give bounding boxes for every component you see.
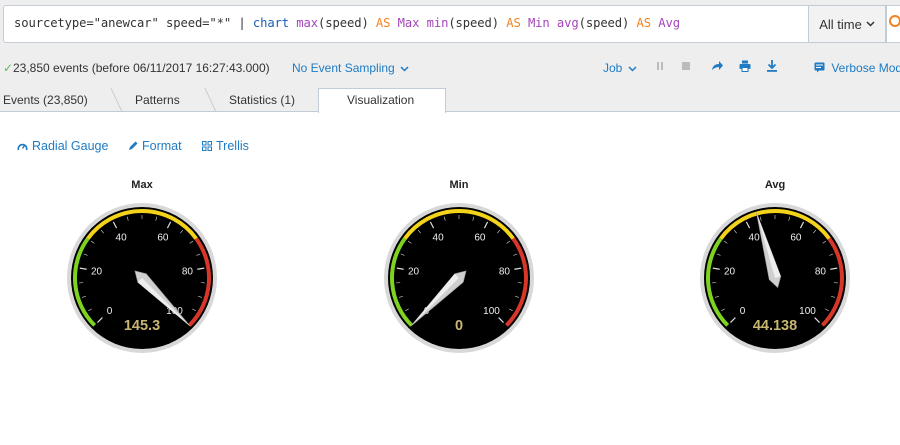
gauge-tick-label: 100 bbox=[799, 306, 816, 317]
tab-visualization-label: Visualization bbox=[347, 93, 415, 107]
trellis-button[interactable]: Trellis bbox=[202, 139, 249, 153]
gauge-tick-label: 40 bbox=[433, 233, 445, 244]
stop-icon[interactable] bbox=[679, 59, 693, 73]
tab-events-label: Events (23,850) bbox=[3, 93, 88, 107]
gauge-tick-label: 0 bbox=[740, 306, 746, 317]
gauge-icon bbox=[17, 143, 28, 150]
format-label: Format bbox=[142, 139, 182, 153]
search-token: chart bbox=[252, 16, 297, 30]
tab-statistics-label: Statistics (1) bbox=[229, 93, 296, 107]
search-token: Avg bbox=[658, 16, 680, 30]
gauge-value: 145.3 bbox=[124, 318, 160, 334]
gauge-max: 020406080100145.3 bbox=[67, 203, 217, 353]
viz-type-label: Radial Gauge bbox=[32, 139, 109, 153]
tab-patterns[interactable]: Patterns bbox=[135, 88, 180, 112]
gauge-title-min: Min bbox=[449, 179, 469, 191]
job-status-row: ✓ 23,850 events (before 06/11/2017 16:27… bbox=[0, 48, 900, 88]
pencil-icon bbox=[129, 141, 138, 150]
search-bar-row: sourcetype="anewcar" speed="*" | chart m… bbox=[0, 0, 900, 48]
gauge-min: 0204060801000 bbox=[384, 203, 534, 353]
gauge-title-avg: Avg bbox=[764, 179, 786, 191]
pause-icon[interactable] bbox=[653, 59, 667, 73]
event-sampling-dropdown[interactable]: No Event Sampling bbox=[292, 61, 409, 75]
viz-type-picker[interactable]: Radial Gauge bbox=[17, 139, 108, 153]
gauge-value: 44.138 bbox=[753, 318, 797, 334]
search-token: min bbox=[426, 16, 449, 30]
export-icon[interactable] bbox=[765, 59, 779, 73]
search-token: max bbox=[296, 16, 319, 30]
gauge-tick-label: 80 bbox=[182, 266, 194, 277]
gauge-tick-label: 40 bbox=[749, 233, 761, 244]
gauge-tick-label: 60 bbox=[790, 233, 802, 244]
search-mode-dropdown[interactable]: Verbose Mod bbox=[814, 61, 900, 75]
search-token: Min bbox=[527, 16, 557, 30]
gauge-value: 0 bbox=[455, 318, 463, 334]
job-menu-label: Job bbox=[603, 61, 623, 75]
gauge-tick-label: 20 bbox=[91, 266, 103, 277]
tab-visualization[interactable]: Visualization bbox=[347, 88, 414, 112]
tab-events[interactable]: Events (23,850) bbox=[3, 88, 88, 112]
trellis-label: Trellis bbox=[216, 139, 249, 153]
format-button[interactable]: Format bbox=[128, 139, 182, 153]
tab-divider bbox=[204, 88, 217, 112]
search-button[interactable] bbox=[886, 5, 900, 43]
search-token: AS bbox=[506, 16, 528, 30]
mode-icon bbox=[814, 62, 825, 73]
gauge-title-max: Max bbox=[131, 179, 153, 191]
tab-statistics[interactable]: Statistics (1) bbox=[229, 88, 295, 112]
gauge-tick-label: 60 bbox=[157, 233, 169, 244]
search-query-text[interactable]: sourcetype="anewcar" speed="*" | chart m… bbox=[14, 16, 680, 30]
search-token: Max bbox=[397, 16, 427, 30]
search-token: AS bbox=[375, 16, 398, 30]
time-range-picker[interactable]: All time bbox=[808, 5, 886, 43]
chevron-down-icon bbox=[628, 66, 637, 72]
search-icon bbox=[889, 15, 900, 27]
search-token: AS bbox=[636, 16, 659, 30]
gauge-tick-label: 60 bbox=[474, 233, 486, 244]
event-count-status: 23,850 events (before 06/11/2017 16:27:4… bbox=[13, 61, 270, 75]
event-sampling-label: No Event Sampling bbox=[292, 61, 395, 75]
gauge-tick-label: 100 bbox=[483, 306, 500, 317]
gauge-tick-label: 20 bbox=[724, 266, 736, 277]
gauge-tick-label: 20 bbox=[408, 266, 420, 277]
gauge-tick-label: 0 bbox=[107, 306, 113, 317]
job-menu[interactable]: Job bbox=[603, 61, 637, 75]
results-tabs: Events (23,850) Patterns Statistics (1) … bbox=[0, 88, 900, 113]
search-token: (speed) bbox=[578, 16, 637, 30]
gauge-tick-label: 80 bbox=[499, 266, 511, 277]
trellis-icon bbox=[202, 141, 212, 151]
chevron-down-icon bbox=[866, 21, 875, 27]
search-token: (speed) bbox=[448, 16, 507, 30]
search-token: sourcetype="anewcar" speed="*" bbox=[14, 16, 239, 30]
search-token: | bbox=[238, 16, 253, 30]
search-token: avg bbox=[556, 16, 579, 30]
print-icon[interactable] bbox=[738, 59, 752, 73]
gauge-avg: 0 20 40 60 80 10044.138 bbox=[700, 203, 850, 353]
search-input[interactable]: sourcetype="anewcar" speed="*" | chart m… bbox=[3, 5, 809, 43]
gauge-tick-label: 80 bbox=[815, 266, 827, 277]
search-mode-label: Verbose Mod bbox=[831, 61, 900, 75]
tab-patterns-label: Patterns bbox=[135, 93, 180, 107]
time-range-label: All time bbox=[819, 16, 862, 32]
checkmark-icon: ✓ bbox=[3, 61, 14, 75]
search-token: (speed) bbox=[318, 16, 376, 30]
share-icon[interactable] bbox=[710, 59, 724, 73]
gauge-tick-label: 40 bbox=[116, 233, 128, 244]
tab-divider bbox=[110, 88, 123, 112]
chevron-down-icon bbox=[400, 66, 409, 72]
